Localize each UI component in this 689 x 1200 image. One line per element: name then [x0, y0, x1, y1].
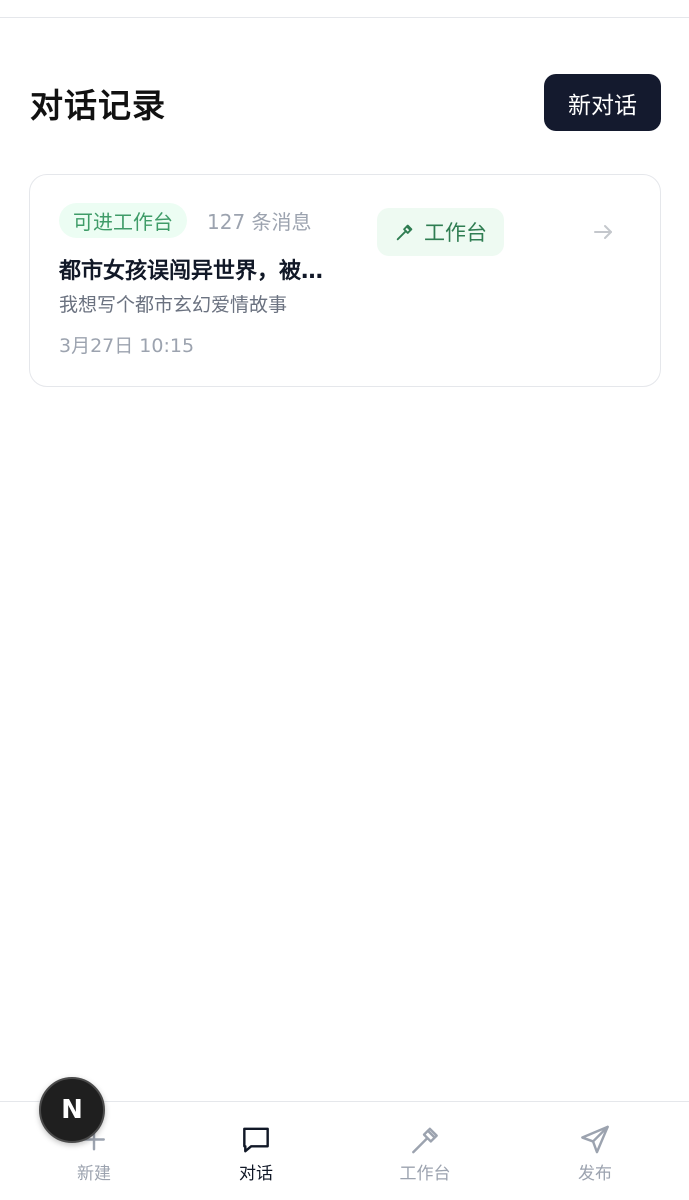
logo-letter: N	[61, 1095, 83, 1125]
status-badge: 可进工作台	[59, 203, 187, 238]
nav-item-publish[interactable]: 发布	[540, 1122, 650, 1184]
nav-label: 发布	[578, 1164, 612, 1184]
top-divider	[0, 17, 689, 18]
conversation-preview: 我想写个都市玄幻爱情故事	[59, 294, 288, 316]
page-header: 对话记录 新对话	[30, 74, 661, 131]
conversation-title: 都市女孩误闯异世界，被…	[59, 259, 324, 284]
page-title: 对话记录	[30, 85, 166, 125]
arrow-right-icon[interactable]	[591, 220, 615, 244]
hammer-icon	[412, 1127, 438, 1154]
app-logo-button[interactable]: N	[39, 1077, 105, 1143]
send-icon	[581, 1125, 609, 1154]
conversation-card[interactable]: 可进工作台 127 条消息 工作台 都市女孩误闯异世界，被… 我想写个都市玄幻爱…	[29, 174, 661, 387]
nav-label: 新建	[77, 1164, 111, 1184]
new-chat-button[interactable]: 新对话	[544, 74, 661, 131]
chat-bubble-icon	[243, 1127, 269, 1153]
hammer-icon	[396, 224, 413, 241]
message-count: 127 条消息	[207, 210, 312, 234]
nav-label: 对话	[239, 1164, 273, 1184]
open-workbench-button[interactable]: 工作台	[377, 208, 504, 256]
nav-item-workbench[interactable]: 工作台	[370, 1122, 480, 1184]
conversation-time: 3月27日 10:15	[59, 335, 195, 357]
nav-item-chat[interactable]: 对话	[201, 1122, 311, 1184]
nav-label: 工作台	[399, 1164, 451, 1184]
workbench-label: 工作台	[424, 221, 487, 245]
